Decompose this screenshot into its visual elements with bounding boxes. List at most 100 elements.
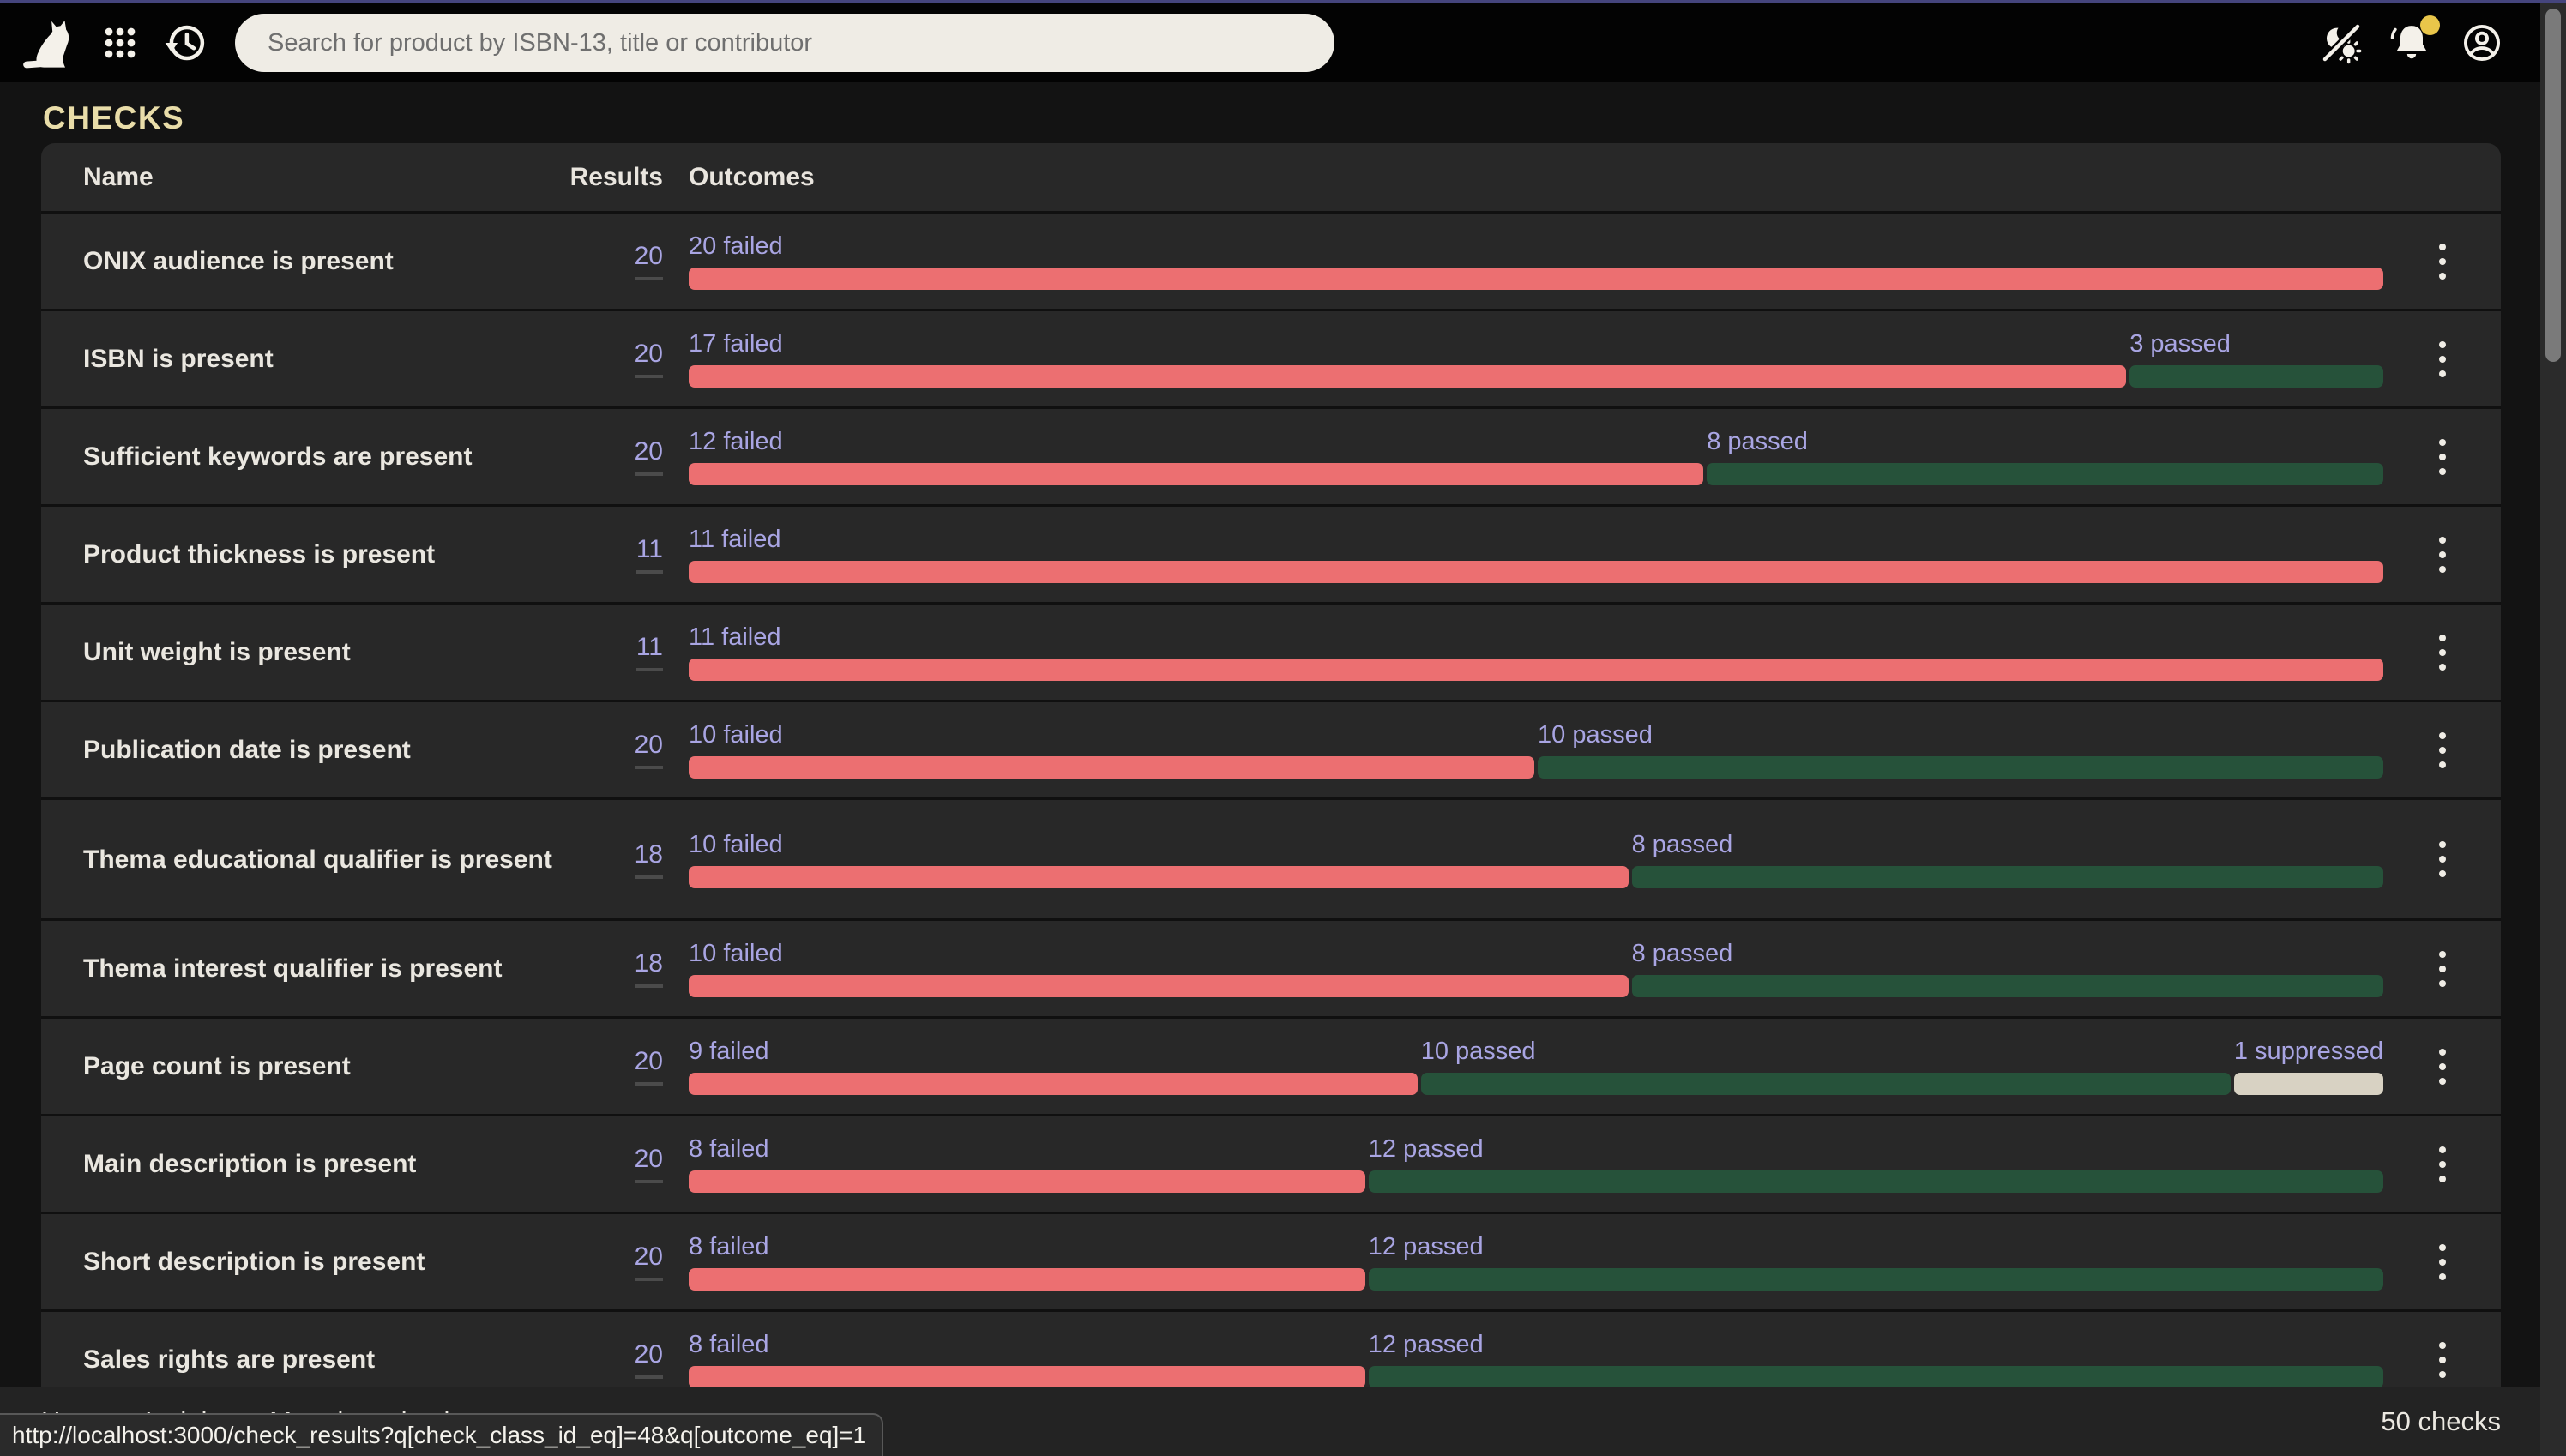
outcome-bar-passed[interactable]	[1369, 1366, 2383, 1388]
table-row: Thema interest qualifier is present 18 1…	[41, 918, 2501, 1016]
results-count-link[interactable]: 20	[635, 1340, 663, 1379]
outcome-label-passed[interactable]: 8 passed	[1632, 831, 1733, 859]
outcome-label-failed[interactable]: 10 failed	[689, 721, 783, 749]
outcome-bar-failed[interactable]	[689, 659, 2383, 681]
total-checks-count: 50 checks	[2381, 1406, 2501, 1437]
table-row: Unit weight is present 11 11 failed	[41, 602, 2501, 700]
account-icon[interactable]	[2460, 21, 2504, 65]
row-menu-icon[interactable]	[2427, 333, 2458, 386]
results-count-link[interactable]: 20	[635, 437, 663, 476]
outcome-bar-failed[interactable]	[689, 1073, 1418, 1095]
outcome-bar-failed[interactable]	[689, 1170, 1365, 1193]
outcome-bar-failed[interactable]	[689, 975, 1629, 997]
outcome-label-passed[interactable]: 10 passed	[1538, 721, 1653, 749]
row-menu-icon[interactable]	[2427, 1236, 2458, 1289]
column-header-outcomes: Outcomes	[663, 163, 2383, 192]
outcome-bar-suppressed[interactable]	[2234, 1073, 2383, 1095]
link-status-url: http://localhost:3000/check_results?q[ch…	[0, 1413, 883, 1456]
outcome-label-failed[interactable]: 12 failed	[689, 428, 783, 456]
outcome-bar-failed[interactable]	[689, 1268, 1365, 1291]
results-count-link[interactable]: 20	[635, 1242, 663, 1281]
row-menu-icon[interactable]	[2427, 724, 2458, 777]
row-menu-icon[interactable]	[2427, 528, 2458, 581]
table-header-row: Name Results Outcomes	[41, 143, 2501, 211]
results-count-link[interactable]: 20	[635, 242, 663, 280]
check-name: ONIX audience is present	[83, 245, 394, 277]
outcome-bar-passed[interactable]	[2129, 365, 2383, 388]
outcome-label-passed[interactable]: 8 passed	[1707, 428, 1808, 456]
outcome-label-failed[interactable]: 10 failed	[689, 831, 783, 859]
top-navigation-bar	[0, 3, 2540, 82]
outcome-bar-passed[interactable]	[1632, 975, 2383, 997]
outcome-bar-failed[interactable]	[689, 365, 2126, 388]
outcome-label-failed[interactable]: 17 failed	[689, 330, 783, 358]
outcome-bar-failed[interactable]	[689, 561, 2383, 583]
outcome-label-passed[interactable]: 8 passed	[1632, 940, 1733, 968]
outcome-label-failed[interactable]: 10 failed	[689, 940, 783, 968]
outcome-label-failed[interactable]: 11 failed	[689, 526, 781, 554]
topbar-right-icons	[2319, 3, 2504, 82]
outcome-label-passed[interactable]: 3 passed	[2129, 330, 2231, 358]
results-count-link[interactable]: 11	[636, 535, 663, 574]
outcome-segment-passed: 3 passed	[2129, 330, 2383, 388]
outcome-bar-passed[interactable]	[1538, 756, 2383, 779]
row-menu-icon[interactable]	[2427, 430, 2458, 484]
row-menu-icon[interactable]	[2427, 833, 2458, 886]
outcome-bar-failed[interactable]	[689, 1366, 1365, 1388]
check-name: Page count is present	[83, 1050, 351, 1082]
row-menu-icon[interactable]	[2427, 942, 2458, 996]
outcome-label-failed[interactable]: 20 failed	[689, 232, 783, 261]
table-row: Product thickness is present 11 11 faile…	[41, 504, 2501, 602]
outcome-bar-passed[interactable]	[1369, 1170, 2383, 1193]
outcome-label-failed[interactable]: 9 failed	[689, 1038, 769, 1066]
outcomes-bar: 11 failed	[689, 526, 2383, 583]
outcome-bar-failed[interactable]	[689, 756, 1534, 779]
row-menu-icon[interactable]	[2427, 1040, 2458, 1093]
cat-logo-icon[interactable]	[22, 15, 79, 71]
outcome-bar-passed[interactable]	[1707, 463, 2383, 485]
outcome-label-failed[interactable]: 8 failed	[689, 1331, 769, 1359]
outcome-label-passed[interactable]: 12 passed	[1369, 1331, 1484, 1359]
row-menu-icon[interactable]	[2427, 626, 2458, 679]
theme-toggle-icon[interactable]	[2319, 21, 2364, 65]
outcome-label-failed[interactable]: 8 failed	[689, 1233, 769, 1261]
scrollbar-thumb[interactable]	[2545, 9, 2561, 362]
outcome-label-failed[interactable]: 11 failed	[689, 623, 781, 652]
results-count-link[interactable]: 20	[635, 731, 663, 769]
outcome-segment-failed: 10 failed	[689, 940, 1629, 997]
outcome-bar-passed[interactable]	[1421, 1073, 2231, 1095]
outcome-bar-failed[interactable]	[689, 463, 1703, 485]
outcome-segment-failed: 10 failed	[689, 721, 1534, 779]
table-row: Sufficient keywords are present 20 12 fa…	[41, 406, 2501, 504]
results-count-link[interactable]: 18	[635, 840, 663, 879]
page-title: CHECKS	[43, 100, 184, 136]
outcome-segment-passed: 8 passed	[1632, 831, 2383, 888]
table-row: Main description is present 20 8 failed1…	[41, 1114, 2501, 1212]
search-input[interactable]	[235, 14, 1334, 72]
outcomes-bar: 17 failed 3 passed	[689, 330, 2383, 388]
outcome-label-suppressed[interactable]: 1 suppressed	[2234, 1038, 2383, 1066]
column-header-name: Name	[83, 163, 598, 192]
apps-grid-icon[interactable]	[98, 21, 142, 65]
outcome-bar-failed[interactable]	[689, 866, 1629, 888]
results-count-link[interactable]: 20	[635, 340, 663, 378]
notifications-bell-icon[interactable]	[2389, 21, 2434, 65]
results-count-link[interactable]: 11	[636, 633, 663, 671]
row-menu-icon[interactable]	[2427, 1138, 2458, 1191]
outcome-bar-passed[interactable]	[1632, 866, 2383, 888]
row-menu-icon[interactable]	[2427, 1333, 2458, 1387]
table-row: Publication date is present 20 10 failed…	[41, 700, 2501, 797]
outcome-label-passed[interactable]: 12 passed	[1369, 1233, 1484, 1261]
results-count-link[interactable]: 18	[635, 949, 663, 988]
outcome-bar-failed[interactable]	[689, 268, 2383, 290]
history-icon[interactable]	[163, 20, 209, 66]
table-row: Thema educational qualifier is present 1…	[41, 797, 2501, 918]
results-count-link[interactable]: 20	[635, 1047, 663, 1086]
outcome-label-failed[interactable]: 8 failed	[689, 1135, 769, 1164]
page-scrollbar[interactable]	[2540, 3, 2566, 1456]
outcome-label-passed[interactable]: 10 passed	[1421, 1038, 1536, 1066]
row-menu-icon[interactable]	[2427, 235, 2458, 288]
outcome-bar-passed[interactable]	[1369, 1268, 2383, 1291]
outcome-label-passed[interactable]: 12 passed	[1369, 1135, 1484, 1164]
results-count-link[interactable]: 20	[635, 1145, 663, 1183]
